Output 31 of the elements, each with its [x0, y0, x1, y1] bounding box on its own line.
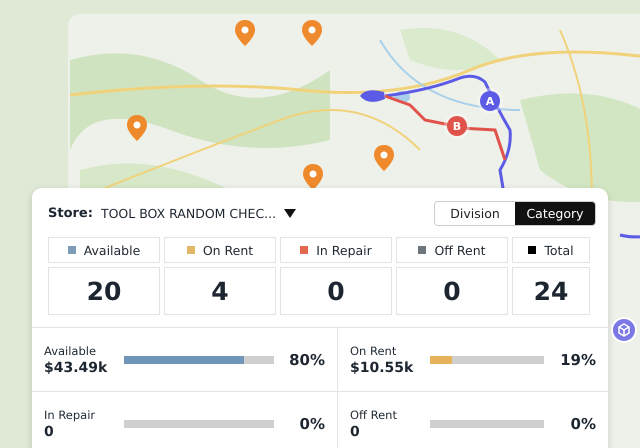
map-pin-icon[interactable]: [302, 163, 324, 191]
percent-reading: 0%: [570, 414, 596, 432]
metric-label: In Repair: [44, 408, 96, 422]
metric-value: $43.49k: [44, 360, 108, 376]
count-value: 24: [512, 267, 590, 315]
legend-label: On Rent: [202, 242, 254, 258]
legend-label: Total: [544, 242, 574, 258]
metric-value: $10.55k: [350, 360, 414, 376]
metric-value: 0: [350, 424, 361, 440]
percent-reading: 19%: [560, 350, 596, 368]
count-value: 20: [48, 267, 160, 315]
percent-reading: 0%: [300, 414, 325, 432]
count-value: 4: [164, 267, 276, 315]
toggle-tab[interactable]: Category: [515, 202, 595, 224]
map-pin-icon[interactable]: [301, 19, 323, 47]
metric-label: On Rent: [350, 344, 398, 358]
metric-label: Off Rent: [350, 408, 398, 422]
legend-label: In Repair: [316, 242, 372, 258]
metric-label: Available: [44, 344, 98, 358]
map-pin-icon[interactable]: [373, 144, 395, 172]
store-label: Store:: [48, 206, 93, 220]
metric-value: 0: [44, 424, 55, 440]
store-dropdown[interactable]: TOOL BOX RANDOM CHEC...: [100, 206, 296, 220]
map-pin-icon[interactable]: [126, 114, 148, 142]
count-value: 0: [396, 267, 508, 315]
legend-label: Off Rent: [434, 242, 486, 258]
caret-icon: [284, 208, 296, 218]
count-value: 0: [280, 267, 392, 315]
legend-label: Available: [84, 242, 140, 258]
percent-reading: 80%: [289, 350, 325, 368]
map-pin-icon[interactable]: [234, 19, 256, 47]
